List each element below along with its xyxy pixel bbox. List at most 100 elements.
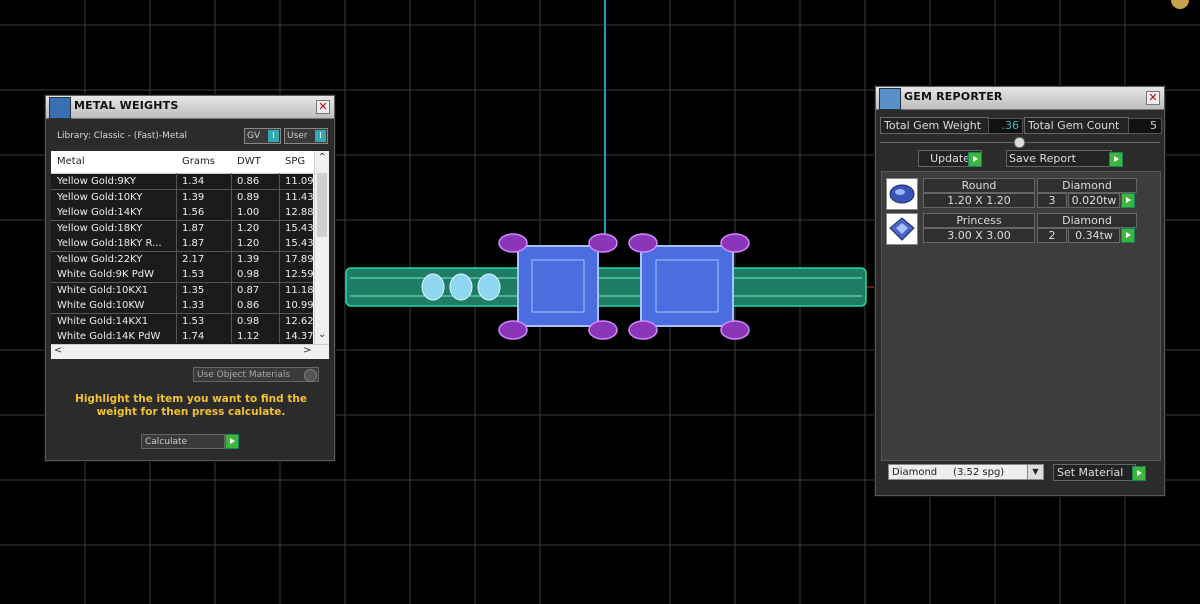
cell-metal: Yellow Gold:9KY — [57, 176, 136, 187]
cell-metal: White Gold:9K PdW — [57, 269, 154, 280]
metal-weights-titlebar[interactable]: METAL WEIGHTS ✕ — [46, 96, 334, 119]
cell-metal: White Gold:10KX1 — [57, 284, 149, 296]
princess-gem-left — [517, 245, 599, 327]
gem-row-round[interactable]: Round Diamond 1.20 X 1.20 3 0.020tw — [886, 177, 1137, 210]
table-row[interactable]: Yellow Gold:9KY 1.34 0.86 11.09 — [51, 174, 313, 190]
gem-size: 3.00 X 3.00 — [923, 228, 1035, 243]
update-button[interactable] — [968, 152, 982, 167]
vscroll-thumb[interactable] — [317, 173, 327, 237]
scroll-down-icon[interactable]: ⌄ — [318, 329, 326, 340]
gv-toggle[interactable]: GV I — [244, 128, 281, 144]
gem-row-princess[interactable]: Princess Diamond 3.00 X 3.00 2 0.34tw — [886, 212, 1137, 245]
hint-text: Highlight the item you want to find the … — [75, 393, 307, 418]
cell-metal: Yellow Gold:22KY — [57, 253, 143, 265]
gv-toggle-switch[interactable]: I — [268, 130, 279, 142]
cell-spg: 11.18 — [285, 284, 313, 296]
cell-grams: 1.39 — [182, 191, 205, 203]
table-row[interactable]: Yellow Gold:18KY 1.87 1.20 15.43 — [51, 220, 313, 237]
cell-spg: 15.43 — [285, 222, 313, 234]
gem-shape: Round — [923, 178, 1035, 193]
metal-weights-panel: METAL WEIGHTS ✕ Library: Classic - (Fast… — [45, 95, 335, 461]
save-report-label: Save Report — [1006, 150, 1112, 167]
scroll-up-icon[interactable]: ⌃ — [318, 152, 326, 163]
gem-row-select-button[interactable] — [1121, 193, 1135, 208]
save-report-button[interactable] — [1109, 152, 1123, 167]
close-icon[interactable]: ✕ — [1146, 91, 1160, 105]
gem-reporter-app-icon — [879, 88, 901, 110]
calculate-button[interactable] — [225, 434, 239, 449]
table-row[interactable]: Yellow Gold:10KY 1.39 0.89 11.43 — [51, 189, 313, 206]
cell-metal: Yellow Gold:18KY — [57, 222, 143, 234]
cell-spg: 14.37 — [285, 331, 313, 342]
col-divider — [279, 173, 280, 343]
calculate-dropdown[interactable]: Calculate — [141, 434, 225, 449]
close-icon[interactable]: ✕ — [316, 100, 330, 114]
metal-table[interactable]: Metal Grams DWT SPG Yellow Gold:9KY 1.34 0… — [51, 151, 329, 359]
divider-slider-handle[interactable] — [1014, 137, 1025, 148]
cell-spg: 12.88 — [285, 207, 313, 218]
gem-row-select-button[interactable] — [1121, 228, 1135, 243]
gem-reporter-titlebar[interactable]: GEM REPORTER ✕ — [876, 87, 1164, 110]
cell-spg: 10.99 — [285, 300, 313, 311]
chevron-down-icon[interactable]: ▼ — [1027, 465, 1043, 479]
cell-spg: 15.43 — [285, 238, 313, 249]
cell-grams: 1.74 — [182, 331, 205, 342]
table-row[interactable]: White Gold:14KX1 1.53 0.98 12.62 — [51, 313, 313, 330]
cell-dwt: 0.89 — [237, 191, 260, 203]
total-gem-count-value: 5 — [1128, 118, 1162, 134]
princess-gem-icon — [886, 213, 918, 245]
gem-weight: 0.020tw — [1068, 193, 1120, 208]
gem-list[interactable]: Round Diamond 1.20 X 1.20 3 0.020tw Prin… — [881, 171, 1161, 461]
calculate-label: Calculate — [145, 437, 188, 447]
col-grams[interactable]: Grams — [182, 156, 215, 167]
table-row[interactable]: Yellow Gold:22KY 2.17 1.39 17.89 — [51, 251, 313, 268]
material-select[interactable]: Diamond (3.52 spg) ▼ — [888, 464, 1044, 480]
cell-grams: 1.87 — [182, 222, 205, 234]
table-row[interactable]: White Gold:14K PdW 1.74 1.12 14.37 — [51, 329, 313, 345]
table-row[interactable]: White Gold:9K PdW 1.53 0.98 12.59 — [51, 267, 313, 283]
scroll-right-icon[interactable]: > — [303, 345, 311, 356]
princess-gem-right — [640, 245, 734, 327]
cell-metal: White Gold:14K PdW — [57, 331, 161, 342]
col-spg[interactable]: SPG — [285, 156, 305, 167]
table-row[interactable]: Yellow Gold:14KY 1.56 1.00 12.88 — [51, 205, 313, 221]
cell-grams: 1.53 — [182, 269, 205, 280]
metal-table-vscroll[interactable]: ⌃ ⌄ — [314, 151, 329, 344]
round-gem-icon — [886, 178, 918, 210]
col-metal[interactable]: Metal — [57, 156, 85, 167]
set-material-button[interactable] — [1132, 466, 1146, 481]
cell-grams: 1.53 — [182, 315, 205, 327]
cell-dwt: 1.39 — [237, 253, 260, 265]
cell-grams: 2.17 — [182, 253, 205, 265]
cell-dwt: 1.12 — [237, 331, 260, 342]
gem-material: Diamond — [1037, 213, 1137, 228]
round-gems — [421, 273, 501, 301]
scroll-left-icon[interactable]: < — [54, 345, 62, 356]
gem-weight: 0.34tw — [1068, 228, 1120, 243]
cell-dwt: 0.98 — [237, 315, 260, 327]
user-toggle-switch[interactable]: I — [315, 130, 326, 142]
cell-dwt: 0.86 — [237, 300, 260, 311]
user-toggle[interactable]: User I — [284, 128, 328, 144]
total-gem-weight-label: Total Gem Weight — [880, 117, 989, 134]
table-row[interactable]: Yellow Gold:18KY R... 1.87 1.20 15.43 — [51, 236, 313, 252]
col-divider — [176, 173, 177, 343]
table-row[interactable]: White Gold:10KX1 1.35 0.87 11.18 — [51, 282, 313, 299]
col-divider — [231, 173, 232, 343]
cell-grams: 1.34 — [182, 176, 205, 187]
metal-weights-app-icon — [49, 97, 71, 119]
metal-weights-title: METAL WEIGHTS — [74, 99, 179, 112]
cell-grams: 1.35 — [182, 284, 205, 296]
cell-metal: Yellow Gold:18KY R... — [57, 238, 162, 249]
table-row[interactable]: White Gold:10KW 1.33 0.86 10.99 — [51, 298, 313, 314]
col-dwt[interactable]: DWT — [237, 156, 261, 167]
cell-dwt: 0.98 — [237, 269, 260, 280]
gem-reporter-title: GEM REPORTER — [904, 90, 1003, 103]
use-object-materials-dropdown[interactable]: Use Object Materials — [193, 367, 319, 382]
cell-spg: 12.59 — [285, 269, 313, 280]
total-gem-weight-value: .36 — [988, 118, 1023, 134]
gem-count: 3 — [1037, 193, 1067, 208]
metal-table-hscroll[interactable]: < > — [51, 344, 329, 359]
use-object-materials-label: Use Object Materials — [197, 370, 291, 380]
cell-dwt: 0.86 — [237, 176, 260, 187]
